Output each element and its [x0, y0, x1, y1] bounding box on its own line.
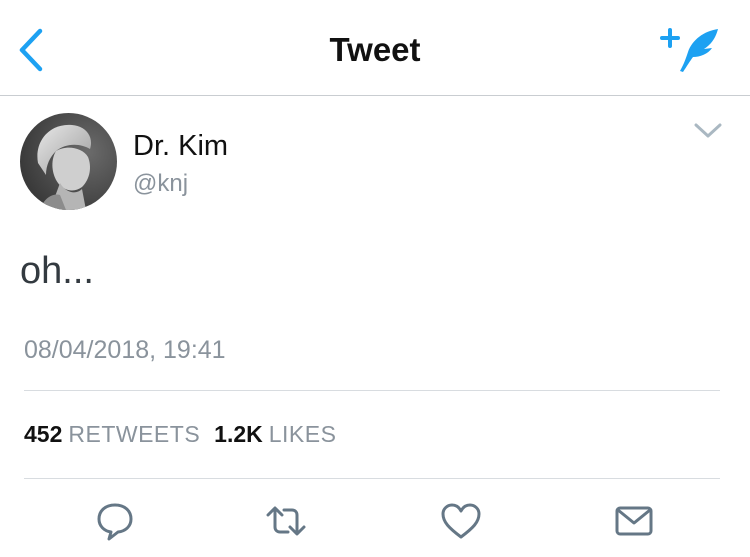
author-handle[interactable]: @knj [133, 170, 188, 198]
like-label[interactable]: LIKES [269, 421, 337, 447]
reply-icon [97, 503, 133, 541]
profile-photo-image [20, 113, 117, 210]
page-title: Tweet [329, 31, 421, 68]
envelope-icon [615, 506, 653, 536]
tweet-options-button[interactable] [692, 120, 724, 142]
top-navigation-bar: Tweet [0, 0, 750, 96]
divider [24, 390, 720, 391]
compose-tweet-button[interactable] [660, 26, 724, 74]
divider [24, 478, 720, 479]
retweet-button[interactable] [264, 499, 308, 543]
direct-message-button[interactable] [612, 499, 656, 543]
tweet-timestamp: 08/04/2018, 19:41 [24, 336, 226, 364]
retweet-count[interactable]: 452 [24, 421, 62, 447]
chevron-down-icon [694, 123, 722, 138]
retweet-label[interactable]: RETWEETS [68, 421, 200, 447]
engagement-stats: 452 RETWEETS 1.2K LIKES [24, 421, 350, 448]
heart-icon [441, 503, 481, 539]
avatar[interactable] [20, 113, 117, 210]
like-button[interactable] [439, 499, 483, 543]
reply-button[interactable] [93, 499, 137, 543]
tweet-text: oh... [20, 250, 94, 292]
like-count[interactable]: 1.2K [214, 421, 263, 447]
retweet-icon [266, 506, 306, 536]
compose-feather-icon [660, 28, 718, 72]
author-display-name[interactable]: Dr. Kim [133, 130, 228, 163]
